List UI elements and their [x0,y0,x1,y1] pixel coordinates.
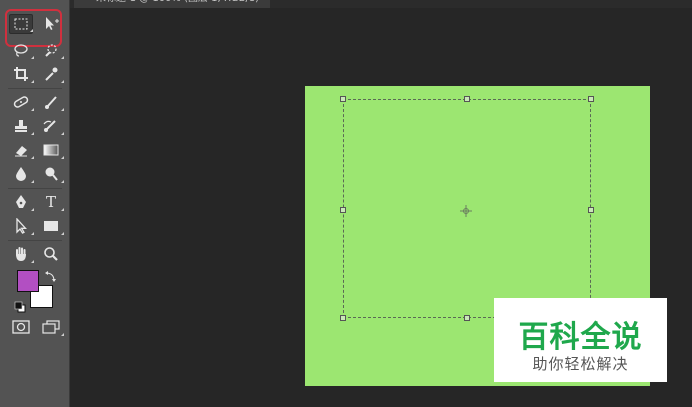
rectangle-icon [43,219,59,233]
healing-brush-tool[interactable] [9,92,34,112]
crop-tool[interactable] [9,64,34,84]
screen-mode-icon [42,320,60,334]
transform-handle-top-right[interactable] [588,96,594,102]
gradient-icon [43,143,59,157]
quick-mask-icon [12,320,30,334]
eyedropper-icon [43,66,59,82]
dodge-tool[interactable] [39,164,64,184]
toolbox: T [0,0,70,407]
pen-icon [13,194,29,210]
path-selection-tool[interactable] [9,216,34,236]
document-tab[interactable]: 未标题-1 @ 100% (图层 1, RGB/8) [74,0,270,8]
rectangle-tool[interactable] [39,216,64,236]
watermark-logo: 百科全说 助你轻松解决 [494,298,667,382]
foreground-color-swatch[interactable] [17,270,39,292]
transform-handle-left[interactable] [340,207,346,213]
lasso-icon [13,43,29,57]
eraser-icon [13,142,29,158]
quick-selection-icon [43,43,59,57]
crop-icon [13,66,29,82]
watermark-title: 百科全说 [518,320,643,355]
history-brush-tool[interactable] [39,116,64,136]
dodge-icon [43,166,59,182]
default-colors-icon[interactable] [14,298,26,317]
brush-icon [43,94,59,110]
drop-icon [14,166,28,182]
reference-point-icon[interactable] [459,203,473,217]
watermark-subtitle: 助你轻松解决 [532,355,629,373]
gradient-tool[interactable] [39,140,64,160]
clone-stamp-tool[interactable] [9,116,34,136]
lasso-tool[interactable] [9,40,34,60]
swap-colors-icon[interactable] [44,268,56,287]
transform-handle-bottom-left[interactable] [340,315,346,321]
eraser-tool[interactable] [9,140,34,160]
transform-handle-top[interactable] [464,96,470,102]
blur-tool[interactable] [9,164,34,184]
transform-handle-top-left[interactable] [340,96,346,102]
zoom-tool[interactable] [39,244,63,264]
type-icon: T [45,193,56,211]
brush-tool[interactable] [39,92,64,112]
history-brush-icon [42,118,60,134]
type-tool[interactable]: T [39,192,64,212]
bandage-icon [12,95,30,109]
screen-mode-button[interactable] [39,317,64,337]
transform-handle-bottom[interactable] [464,315,470,321]
pen-tool[interactable] [9,192,34,212]
photoshop-window: 未标题-1 @ 100% (图层 1, RGB/8) [0,0,692,407]
arrow-icon [14,218,28,234]
hand-icon [13,246,29,262]
quick-selection-tool[interactable] [39,40,64,60]
stamp-icon [13,118,29,134]
hand-tool[interactable] [9,244,34,264]
transform-handle-right[interactable] [588,207,594,213]
quick-mask-button[interactable] [9,317,33,337]
eyedropper-tool[interactable] [39,64,64,84]
zoom-icon [43,246,59,262]
